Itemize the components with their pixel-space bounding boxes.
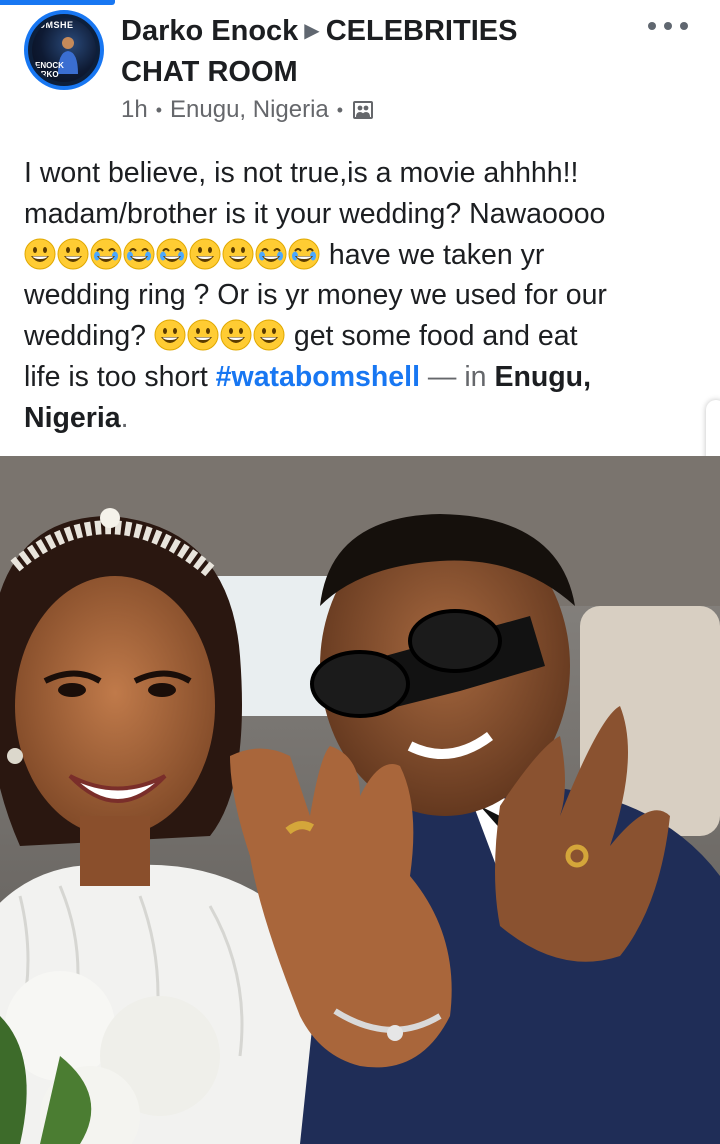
- post-text-line-4: wedding ring ? Or is yr money we used fo…: [24, 279, 607, 312]
- post-text-line-5: wedding? get some food and eat: [24, 316, 704, 357]
- post-location[interactable]: Enugu, Nigeria: [170, 93, 329, 127]
- group-photo-icon: [353, 101, 374, 119]
- avatar-image: OMSHE ENOCK ARKO: [32, 18, 96, 82]
- post-text-segment: get some food and eat: [293, 320, 578, 353]
- post-time[interactable]: 1h: [121, 93, 148, 127]
- post-text-segment: have we taken yr: [328, 238, 545, 271]
- more-dot-2: [664, 22, 672, 30]
- place-link-2[interactable]: Nigeria: [24, 402, 121, 434]
- grinning-emoji-icon: [220, 319, 252, 351]
- joy-emoji-icon: [288, 238, 320, 270]
- group-name-line-2[interactable]: CHAT ROOM: [121, 56, 298, 88]
- grinning-emoji-icon: [253, 319, 285, 351]
- grinning-emoji-icon: [222, 238, 254, 270]
- post-meta: 1h • Enugu, Nigeria •: [121, 93, 375, 127]
- meta-separator: •: [155, 100, 163, 120]
- post-text: I wont believe, is not true,is a movie a…: [24, 153, 704, 439]
- grinning-emoji-icon: [189, 238, 221, 270]
- avatar-text-top: OMSHE: [38, 20, 74, 30]
- group-name[interactable]: CELEBRITIES: [326, 15, 518, 47]
- post-text-line-6: life is too short #watabomshell — in Enu…: [24, 357, 704, 398]
- wedding-photo: [0, 456, 720, 1144]
- grinning-emoji-icon: [24, 238, 56, 270]
- post-photo[interactable]: [0, 456, 720, 1144]
- post-text-line-7: Nigeria.: [24, 398, 704, 439]
- emoji-row: [24, 238, 321, 271]
- tag-in-text: — in: [420, 360, 495, 393]
- post-text-line-3: have we taken yr: [24, 235, 704, 276]
- joy-emoji-icon: [156, 238, 188, 270]
- grinning-emoji-icon: [154, 319, 186, 351]
- avatar-text-line-1: ENOCK: [35, 61, 64, 70]
- more-dot-1: [648, 22, 656, 30]
- post-header: OMSHE ENOCK ARKO Darko Enock ▶ CELEBRITIES…: [0, 0, 720, 140]
- joy-emoji-icon: [255, 238, 287, 270]
- more-options-button[interactable]: [648, 12, 688, 40]
- post-text-line-1: I wont believe, is not true,is a movie a…: [24, 157, 579, 189]
- place-link[interactable]: Enugu,: [494, 361, 591, 393]
- joy-emoji-icon: [90, 238, 122, 270]
- post-text-line-2: madam/brother is it your wedding? Nawaoo…: [24, 197, 606, 230]
- avatar-text-bottom: ENOCK ARKO: [35, 61, 64, 79]
- hashtag-link[interactable]: #watabomshell: [216, 361, 420, 393]
- joy-emoji-icon: [123, 238, 155, 270]
- more-dot-3: [680, 22, 688, 30]
- period: .: [120, 401, 129, 434]
- grinning-emoji-icon: [57, 238, 89, 270]
- author-name[interactable]: Darko Enock: [121, 15, 298, 47]
- avatar-text-line-2: ARKO: [35, 70, 59, 79]
- post-text-segment: life is too short: [24, 360, 216, 393]
- grinning-emoji-icon: [187, 319, 219, 351]
- emoji-row: [154, 319, 286, 352]
- feed-post: OMSHE ENOCK ARKO Darko Enock ▶ CELEBRITIES…: [0, 0, 720, 1144]
- meta-separator-2: •: [336, 100, 344, 120]
- avatar[interactable]: OMSHE ENOCK ARKO: [24, 10, 104, 90]
- post-text-segment: wedding?: [24, 320, 147, 353]
- arrow-right-icon: ▶: [304, 20, 320, 42]
- post-title: Darko Enock ▶ CELEBRITIES CHAT ROOM: [121, 12, 641, 91]
